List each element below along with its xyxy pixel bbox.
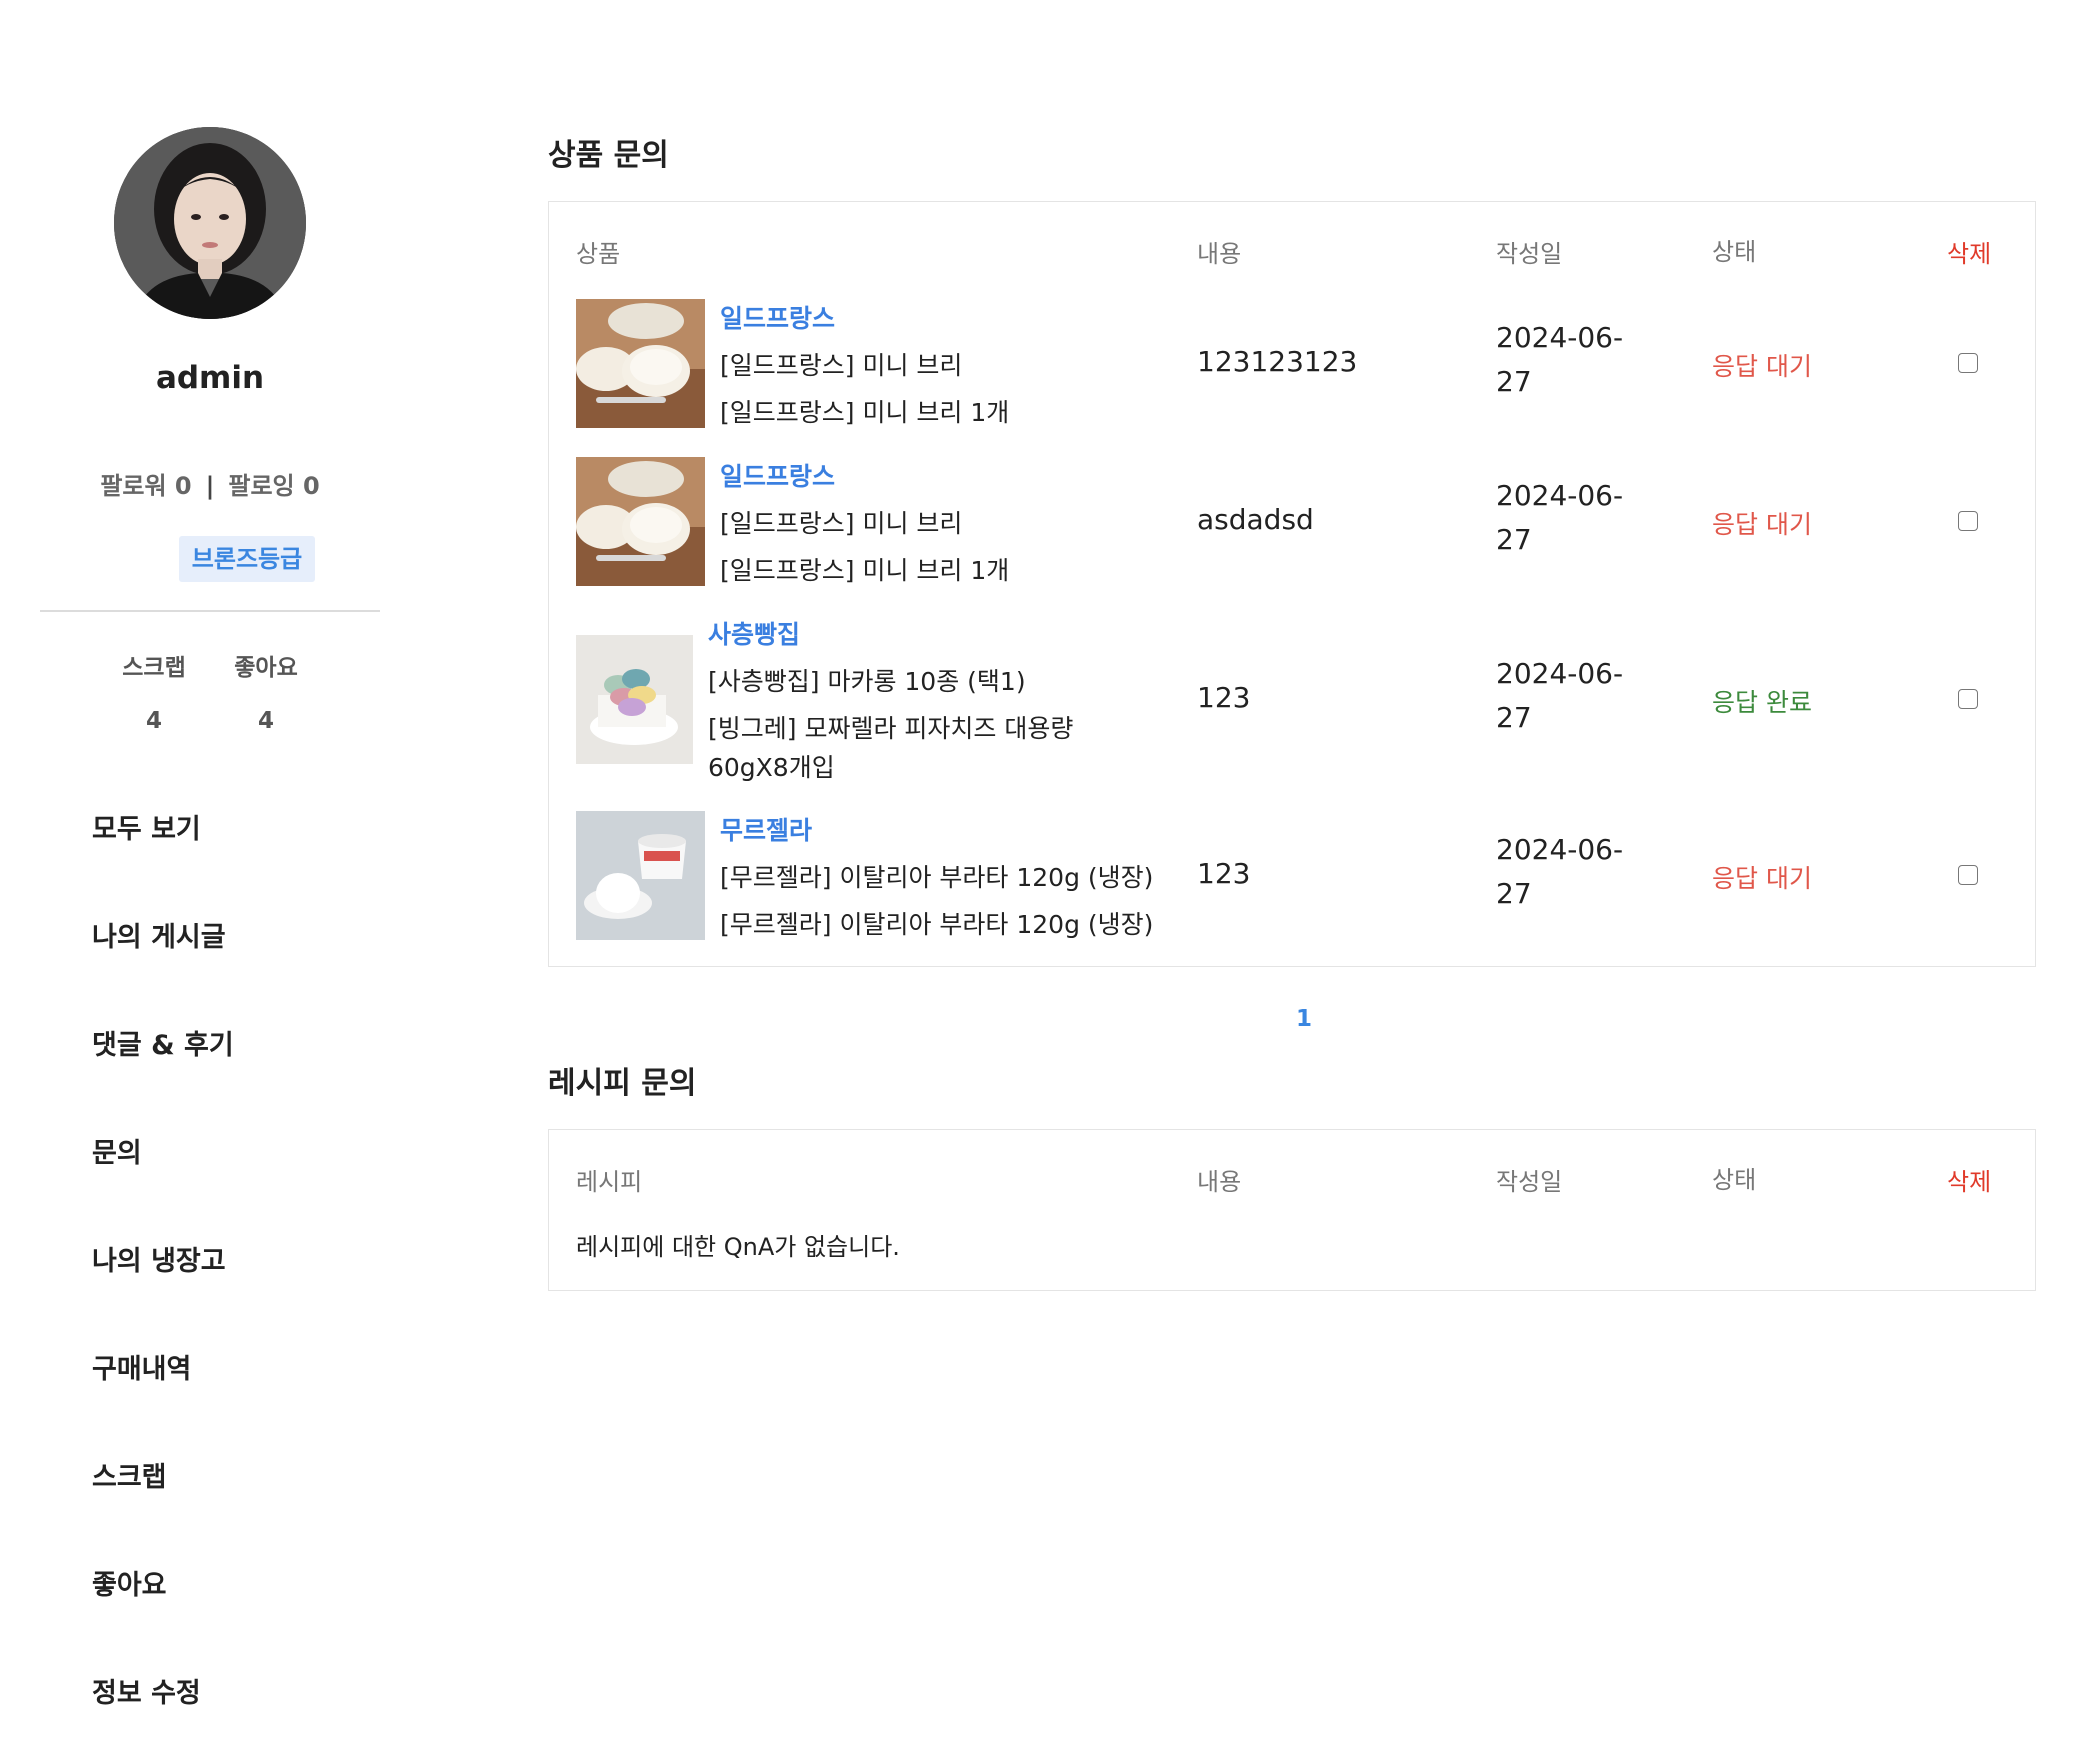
delete-checkbox[interactable]	[1958, 689, 1978, 709]
inquiry-date: 2024-06- 27	[1496, 652, 1646, 740]
menu-item-scrap[interactable]: 스크랩	[92, 1455, 167, 1494]
inquiry-date-part2: 27	[1496, 877, 1532, 910]
product-name: [사층빵집] 마카롱 10종 (택1)	[708, 667, 1026, 696]
stat-scrap[interactable]: 스크랩 4	[109, 648, 199, 734]
col-header-date: 작성일	[1496, 1168, 1563, 1196]
stat-like-label: 좋아요	[234, 655, 298, 681]
product-brand-link[interactable]: 일드프랑스	[720, 457, 835, 493]
col-header-recipe: 레시피	[576, 1168, 643, 1196]
col-header-content: 내용	[1197, 1168, 1242, 1196]
menu-item-my-fridge[interactable]: 나의 냉장고	[92, 1239, 226, 1278]
sidebar-divider	[40, 610, 380, 612]
table-row: 일드프랑스 [일드프랑스] 미니 브리 [일드프랑스] 미니 브리 1개 asd…	[549, 457, 2035, 597]
status-badge: 응답 대기	[1712, 510, 1812, 539]
status-badge: 응답 대기	[1712, 864, 1812, 893]
brie-cheese-image[interactable]	[576, 299, 705, 428]
table-row: 사층빵집 [사층빵집] 마카롱 10종 (택1) [빙그레] 모짜렐라 피자치즈…	[549, 615, 2035, 785]
delete-checkbox[interactable]	[1958, 511, 1978, 531]
product-qna-table: 상품 내용 작성일 상태 삭제 일드프랑스 [일드프랑스] 미니 브리 [일드프…	[548, 201, 2036, 967]
status-badge: 응답 대기	[1712, 352, 1812, 381]
col-header-status: 상태	[1712, 238, 1757, 266]
menu-item-inquiries[interactable]: 문의	[92, 1131, 142, 1170]
product-qna-title: 상품 문의	[548, 138, 669, 173]
col-header-status: 상태	[1712, 1166, 1757, 1194]
macaron-image[interactable]	[576, 635, 693, 764]
inquiry-date-part2: 27	[1496, 701, 1532, 734]
inquiry-date-part2: 27	[1496, 523, 1532, 556]
inquiry-date: 2024-06- 27	[1496, 828, 1646, 916]
product-name: [무르젤라] 이탈리아 부라타 120g (냉장)	[720, 863, 1154, 892]
follow-stats: 팔로워 0 | 팔로잉 0	[40, 466, 380, 501]
brie-cheese-image[interactable]	[576, 457, 705, 586]
inquiry-date-part1: 2024-06-	[1496, 657, 1624, 690]
avatar[interactable]	[114, 127, 306, 319]
inquiry-content[interactable]: 123	[1197, 857, 1250, 890]
menu-item-edit-info[interactable]: 정보 수정	[92, 1671, 201, 1710]
inquiry-date: 2024-06- 27	[1496, 474, 1646, 562]
menu-item-purchases[interactable]: 구매내역	[92, 1347, 191, 1386]
product-brand-link[interactable]: 일드프랑스	[720, 299, 835, 335]
pagination-page-1[interactable]: 1	[1296, 1006, 1312, 1032]
menu-item-all[interactable]: 모두 보기	[92, 807, 201, 846]
profile-photo	[114, 127, 306, 319]
username: admin	[155, 360, 265, 396]
col-header-date: 작성일	[1496, 240, 1563, 268]
inquiry-date: 2024-06- 27	[1496, 316, 1646, 404]
grade-badge: 브론즈등급	[179, 536, 315, 582]
recipe-qna-table: 레시피 내용 작성일 상태 삭제 레시피에 대한 QnA가 없습니다.	[548, 1129, 2036, 1291]
inquiry-content[interactable]: asdadsd	[1197, 503, 1314, 536]
delete-checkbox[interactable]	[1958, 353, 1978, 373]
col-header-delete[interactable]: 삭제	[1947, 1162, 1991, 1197]
table-row: 일드프랑스 [일드프랑스] 미니 브리 [일드프랑스] 미니 브리 1개 123…	[549, 299, 2035, 439]
table-row: 무르젤라 [무르젤라] 이탈리아 부라타 120g (냉장) [무르젤라] 이탈…	[549, 811, 2035, 951]
follow-separator: |	[205, 472, 215, 500]
recipe-qna-title: 레시피 문의	[548, 1066, 697, 1101]
inquiry-content[interactable]: 123123123	[1197, 345, 1357, 378]
menu-item-likes[interactable]: 좋아요	[92, 1563, 167, 1602]
product-option: [빙그레] 모짜렐라 피자치즈 대용량	[708, 714, 1074, 743]
product-name: [일드프랑스] 미니 브리	[720, 351, 963, 380]
inquiry-date-part1: 2024-06-	[1496, 479, 1624, 512]
inquiry-content[interactable]: 123	[1197, 681, 1250, 714]
stat-scrap-value: 4	[145, 708, 162, 734]
stat-scrap-label: 스크랩	[122, 655, 186, 681]
product-option: [무르젤라] 이탈리아 부라타 120g (냉장)	[720, 910, 1154, 939]
inquiry-date-part1: 2024-06-	[1496, 321, 1624, 354]
inquiry-date-part1: 2024-06-	[1496, 833, 1624, 866]
following-count[interactable]: 팔로잉 0	[228, 472, 319, 500]
product-option-cont: 60gX8개입	[708, 753, 835, 782]
product-brand-link[interactable]: 사층빵집	[708, 615, 800, 651]
menu-item-my-posts[interactable]: 나의 게시글	[92, 915, 226, 954]
col-header-product: 상품	[576, 240, 621, 268]
col-header-delete[interactable]: 삭제	[1947, 234, 1991, 269]
stat-like[interactable]: 좋아요 4	[221, 648, 311, 734]
product-option: [일드프랑스] 미니 브리 1개	[720, 398, 1010, 427]
product-option: [일드프랑스] 미니 브리 1개	[720, 556, 1010, 585]
burrata-image[interactable]	[576, 811, 705, 940]
menu-item-comments-reviews[interactable]: 댓글 & 후기	[92, 1023, 234, 1062]
inquiry-date-part2: 27	[1496, 365, 1532, 398]
product-brand-link[interactable]: 무르젤라	[720, 811, 812, 847]
stat-like-value: 4	[257, 708, 274, 734]
delete-checkbox[interactable]	[1958, 865, 1978, 885]
empty-message: 레시피에 대한 QnA가 없습니다.	[576, 1233, 900, 1261]
status-badge: 응답 완료	[1712, 688, 1812, 717]
followers-count[interactable]: 팔로워 0	[100, 472, 191, 500]
product-name: [일드프랑스] 미니 브리	[720, 509, 963, 538]
col-header-content: 내용	[1197, 240, 1242, 268]
